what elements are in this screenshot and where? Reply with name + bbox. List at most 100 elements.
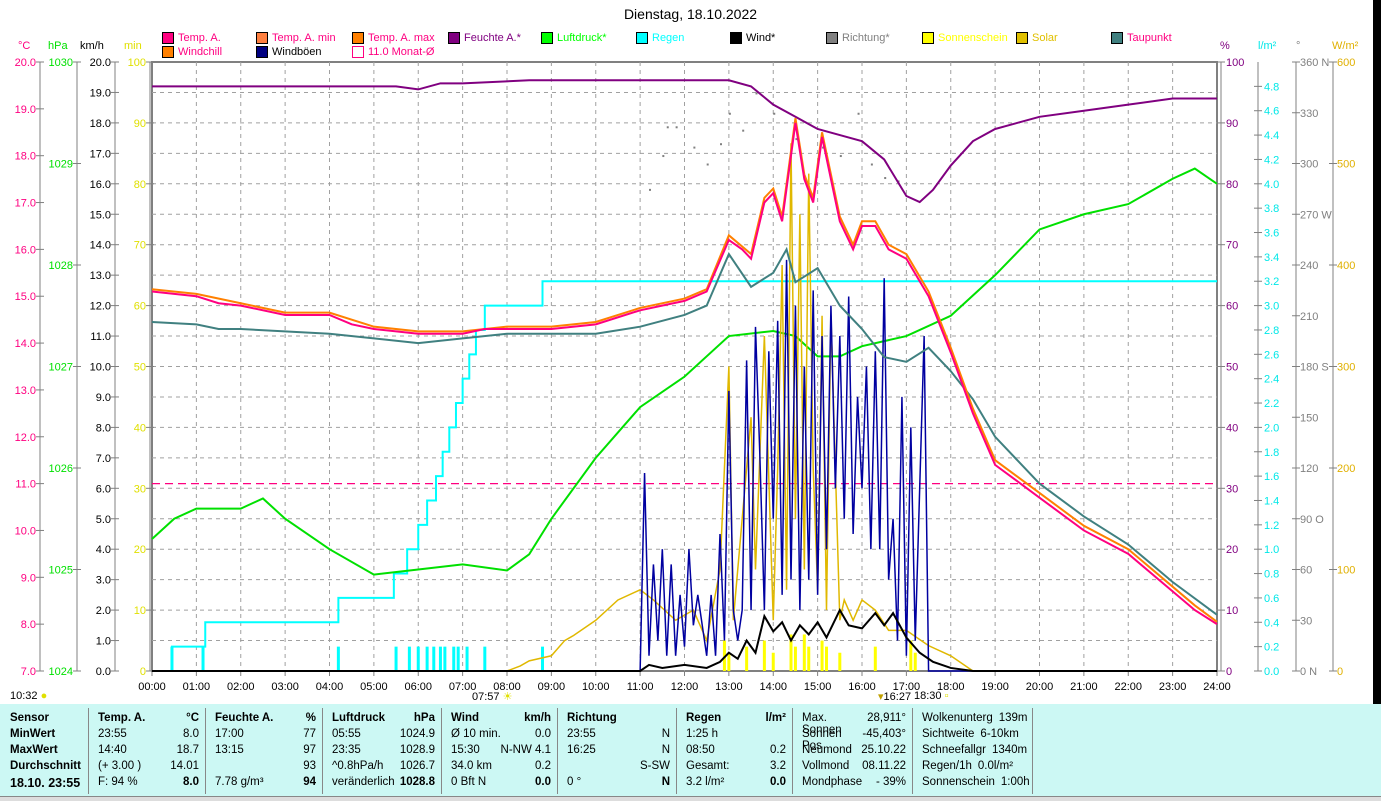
axis-label-c: 11.0: [15, 479, 36, 491]
summary-label: Regen: [686, 712, 722, 724]
axis-label-deg: 0 N: [1300, 666, 1317, 678]
summary-label: Durchschnitt: [10, 760, 81, 772]
summary-label: 16:25: [567, 744, 596, 756]
axis-label-kmh: 4.0: [96, 544, 111, 556]
x-tick-label: 19:00: [981, 681, 1009, 693]
summary-column-temp: Temp. A. °C 23:55 8.0 14:40 18.7 (+ 3.00 ) 14.0…: [92, 708, 206, 794]
axis-label-hpa: 1030: [49, 57, 73, 69]
summary-label: Sonnen Pos: [802, 728, 842, 752]
axis-label-deg: 240: [1300, 260, 1318, 272]
axis-label-pct: 0: [1226, 666, 1232, 678]
summary-value: 77: [303, 728, 316, 740]
x-tick-label: 12:00: [671, 681, 699, 693]
summary-label: 05:55: [332, 728, 361, 740]
moonset-time: 16:27: [883, 691, 912, 703]
axis-label-lm2: 2.6: [1264, 349, 1279, 361]
summary-value: 1340m: [991, 744, 1028, 756]
axis-label-kmh: 14.0: [90, 240, 111, 252]
summary-value: 1028.8: [399, 776, 435, 788]
rain-bar: [465, 646, 469, 671]
axis-label-lm2: 2.0: [1264, 422, 1279, 434]
summary-row: 23:55 8.0: [98, 728, 199, 744]
axis-label-pct: 20: [1226, 544, 1238, 556]
summary-row: ^0.8hPa/h 1026.7: [332, 760, 435, 776]
axis-label-min: 80: [134, 179, 146, 191]
summary-label: Wind: [451, 712, 479, 724]
axis-label-lm2: 1.0: [1264, 544, 1279, 556]
axis-label-deg: 270 W: [1300, 209, 1332, 221]
axis-label-wm2: 600: [1337, 57, 1355, 69]
axis-label-c: 9.0: [21, 572, 36, 584]
x-tick-label: 11:00: [627, 681, 654, 693]
summary-value: 1:00h: [1000, 776, 1030, 788]
axis-label-c: 10.0: [15, 525, 36, 537]
axis-label-lm2: 0.0: [1264, 666, 1279, 678]
axis-label-lm2: 2.8: [1264, 325, 1279, 337]
summary-row: Sonnenschein 1:00h: [922, 776, 1030, 792]
summary-value: 8.0: [183, 776, 199, 788]
summary-value: 1028.9: [399, 744, 435, 756]
summary-row: Regen l/m²: [686, 712, 786, 728]
summary-row: 0 Bft N 0.0: [451, 776, 551, 792]
axis-label-kmh: 2.0: [96, 605, 111, 617]
sunshine-bar: [873, 646, 877, 671]
summary-value: km/h: [524, 712, 551, 724]
summary-panel: Sensor MinWert MaxWert Durchschnitt 18.10. 2…: [0, 704, 1381, 800]
rain-bar: [432, 646, 436, 671]
summary-label: 23:55: [567, 728, 596, 740]
axis-label-lm2: 0.2: [1264, 642, 1279, 654]
axis-label-pct: 30: [1226, 483, 1238, 495]
summary-column-wind: Wind km/h Ø 10 min. 0.0 15:30 N-NW 4.1 34.0 km…: [445, 708, 558, 794]
rain-bar: [541, 646, 544, 671]
axis-label-lm2: 4.8: [1264, 81, 1279, 93]
rain-bar: [336, 646, 340, 671]
axis-label-pct: 10: [1226, 605, 1238, 617]
x-tick-label: 01:00: [183, 681, 211, 693]
summary-label: 15:30: [451, 744, 480, 756]
axis-label-min: 100: [128, 57, 146, 69]
axis-label-hpa: 1028: [49, 260, 73, 272]
summary-value: N-NW 4.1: [500, 744, 551, 756]
summary-row: 13:15 97: [215, 744, 316, 760]
summary-row: 18.10. 23:55: [10, 776, 82, 792]
summary-value: 1026.7: [399, 760, 435, 772]
axis-label-kmh: 15.0: [90, 209, 111, 221]
sunshine-bar: [913, 652, 917, 671]
summary-label: 0 °: [567, 776, 582, 788]
rain-bar: [201, 646, 205, 671]
summary-label: Regen/1h: [922, 760, 972, 772]
axis-label-kmh: 8.0: [96, 422, 111, 434]
summary-row: Ø 10 min. 0.0: [451, 728, 551, 744]
direction-point: [755, 92, 758, 95]
sunshine-bar: [745, 646, 749, 671]
axis-label-min: 90: [134, 118, 146, 130]
summary-value: %: [305, 712, 316, 724]
summary-row: 93: [215, 760, 316, 776]
axis-label-deg: 60: [1300, 565, 1312, 577]
axis-label-pct: 40: [1226, 422, 1238, 434]
summary-row: 16:25 N: [567, 744, 670, 760]
axis-label-deg: 90 O: [1300, 514, 1324, 526]
rain-bar: [452, 646, 456, 671]
x-tick-label: 16:00: [848, 681, 876, 693]
axis-label-kmh: 3.0: [96, 575, 111, 587]
summary-label: (+ 3.00 ): [98, 760, 142, 772]
summary-label: 13:15: [215, 744, 244, 756]
x-tick-label: 24:00: [1203, 681, 1231, 693]
axis-label-lm2: 4.0: [1264, 179, 1279, 191]
summary-value: S-SW: [639, 760, 670, 772]
axis-label-lm2: 1.2: [1264, 520, 1279, 532]
summary-value: - 39%: [875, 776, 906, 788]
sunshine-bar: [825, 646, 828, 671]
axis-label-lm2: 3.4: [1264, 252, 1279, 264]
summary-label: 14:40: [98, 744, 127, 756]
summary-label: Sichtweite: [922, 728, 975, 740]
axis-label-lm2: 1.4: [1264, 495, 1279, 507]
direction-point: [742, 129, 745, 132]
axis-label-hpa: 1024: [49, 666, 73, 678]
summary-row: Vollmond 08.11.22: [802, 760, 906, 776]
summary-column-misc: Wolkenunterg 139m Sichtweite 6-10km Schneefa…: [916, 708, 1033, 794]
sunshine-bar: [807, 646, 811, 671]
axis-label-kmh: 5.0: [96, 514, 111, 526]
direction-point: [728, 112, 731, 115]
